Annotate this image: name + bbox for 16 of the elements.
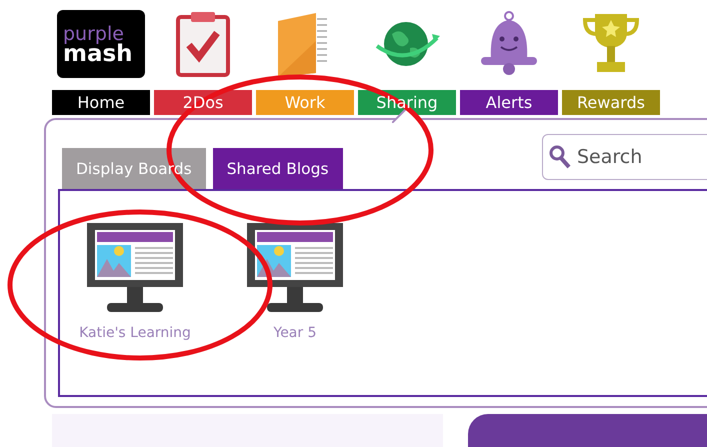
logo[interactable]: purple mash — [57, 10, 145, 78]
search-field[interactable]: Search — [542, 134, 707, 180]
nav-tab[interactable]: 2Dos — [154, 90, 252, 115]
monitor-icon[interactable] — [87, 223, 183, 313]
panel-tab[interactable]: Shared Blogs — [212, 148, 343, 189]
nav-tab[interactable]: Rewards — [562, 90, 660, 115]
monitor-icon[interactable] — [247, 223, 343, 313]
logo-text: mash — [63, 44, 134, 64]
clipboard-icon[interactable] — [175, 11, 231, 77]
blog-title[interactable]: Katie's Learning — [79, 325, 191, 341]
logo-text: purple — [63, 24, 124, 44]
blog-title[interactable]: Year 5 — [274, 325, 316, 341]
nav-tab[interactable]: Alerts — [460, 90, 558, 115]
search-icon — [549, 145, 571, 169]
nav-tab[interactable]: Home — [52, 90, 150, 115]
nav-tab[interactable]: Work — [256, 90, 354, 115]
